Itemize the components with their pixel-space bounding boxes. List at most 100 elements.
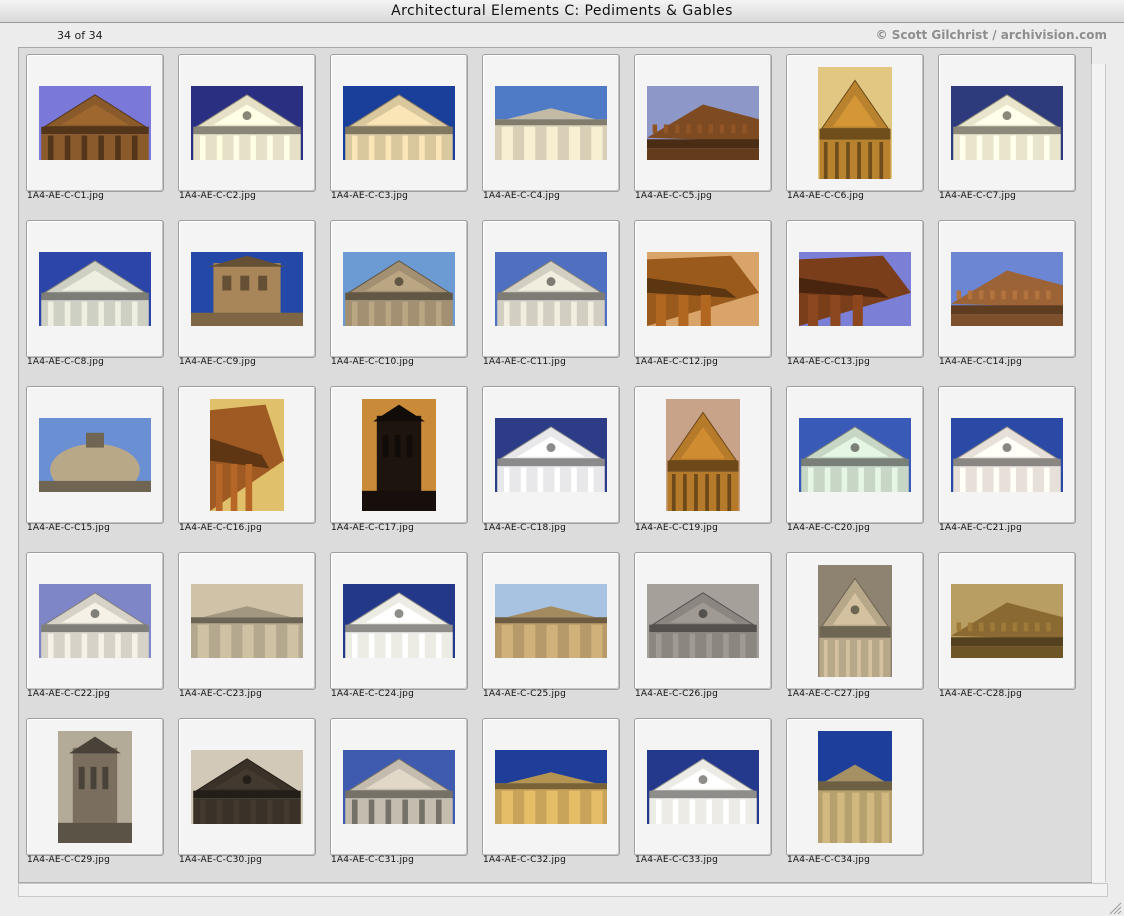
thumbnail-cell[interactable]: 1A4-AE-C-C4.jpg [475, 48, 627, 214]
thumbnail-cell[interactable]: 1A4-AE-C-C27.jpg [779, 546, 931, 712]
thumbnail-cell[interactable]: 1A4-AE-C-C24.jpg [323, 546, 475, 712]
thumbnail-cell[interactable]: 1A4-AE-C-C9.jpg [171, 214, 323, 380]
thumbnail-cell[interactable]: 1A4-AE-C-C32.jpg [475, 712, 627, 878]
slide-frame[interactable] [482, 718, 620, 856]
slide-frame[interactable] [178, 54, 316, 192]
thumbnail-cell[interactable]: 1A4-AE-C-C5.jpg [627, 48, 779, 214]
thumbnail-image[interactable] [647, 86, 759, 160]
thumbnail-image[interactable] [818, 67, 892, 179]
thumbnail-cell[interactable]: 1A4-AE-C-C23.jpg [171, 546, 323, 712]
thumbnail-image[interactable] [39, 584, 151, 658]
thumbnail-cell[interactable]: 1A4-AE-C-C15.jpg [19, 380, 171, 546]
vertical-scrollbar[interactable] [1091, 64, 1106, 882]
thumbnail-image[interactable] [191, 584, 303, 658]
slide-frame[interactable] [178, 220, 316, 358]
thumbnail-cell[interactable]: 1A4-AE-C-C12.jpg [627, 214, 779, 380]
thumbnail-image[interactable] [343, 86, 455, 160]
slide-frame[interactable] [634, 54, 772, 192]
slide-frame[interactable] [786, 718, 924, 856]
slide-frame[interactable] [482, 386, 620, 524]
thumbnail-cell[interactable]: 1A4-AE-C-C3.jpg [323, 48, 475, 214]
slide-frame[interactable] [786, 54, 924, 192]
thumbnail-image[interactable] [951, 252, 1063, 326]
slide-frame[interactable] [330, 718, 468, 856]
thumbnail-cell[interactable]: 1A4-AE-C-C33.jpg [627, 712, 779, 878]
thumbnail-cell[interactable]: 1A4-AE-C-C1.jpg [19, 48, 171, 214]
slide-frame[interactable] [938, 552, 1076, 690]
thumbnail-cell[interactable]: 1A4-AE-C-C18.jpg [475, 380, 627, 546]
slide-frame[interactable] [178, 552, 316, 690]
thumbnail-image[interactable] [343, 252, 455, 326]
thumbnail-image[interactable] [647, 252, 759, 326]
thumbnail-image[interactable] [647, 584, 759, 658]
thumbnail-image[interactable] [799, 252, 911, 326]
thumbnail-cell[interactable]: 1A4-AE-C-C34.jpg [779, 712, 931, 878]
thumbnail-image[interactable] [647, 750, 759, 824]
slide-frame[interactable] [786, 386, 924, 524]
thumbnail-cell[interactable]: 1A4-AE-C-C8.jpg [19, 214, 171, 380]
thumbnail-image[interactable] [191, 252, 303, 326]
thumbnail-image[interactable] [495, 86, 607, 160]
thumbnail-cell[interactable]: 1A4-AE-C-C19.jpg [627, 380, 779, 546]
slide-frame[interactable] [26, 54, 164, 192]
slide-frame[interactable] [482, 54, 620, 192]
thumbnail-image[interactable] [818, 731, 892, 843]
thumbnail-image[interactable] [495, 252, 607, 326]
slide-frame[interactable] [634, 552, 772, 690]
slide-frame[interactable] [26, 718, 164, 856]
thumbnail-cell[interactable]: 1A4-AE-C-C11.jpg [475, 214, 627, 380]
thumbnail-cell[interactable]: 1A4-AE-C-C17.jpg [323, 380, 475, 546]
thumbnail-cell[interactable]: 1A4-AE-C-C26.jpg [627, 546, 779, 712]
thumbnail-image[interactable] [39, 418, 151, 492]
thumbnail-cell[interactable]: 1A4-AE-C-C31.jpg [323, 712, 475, 878]
thumbnail-cell[interactable]: 1A4-AE-C-C2.jpg [171, 48, 323, 214]
thumbnail-cell[interactable]: 1A4-AE-C-C6.jpg [779, 48, 931, 214]
thumbnail-image[interactable] [666, 399, 740, 511]
thumbnail-cell[interactable]: 1A4-AE-C-C20.jpg [779, 380, 931, 546]
slide-frame[interactable] [26, 220, 164, 358]
window-title-bar[interactable]: Architectural Elements C: Pediments & Ga… [0, 0, 1124, 23]
thumbnail-cell[interactable]: 1A4-AE-C-C10.jpg [323, 214, 475, 380]
thumbnail-image[interactable] [951, 86, 1063, 160]
slide-frame[interactable] [330, 386, 468, 524]
slide-frame[interactable] [482, 220, 620, 358]
thumbnail-image[interactable] [818, 565, 892, 677]
slide-frame[interactable] [178, 718, 316, 856]
thumbnail-image[interactable] [951, 584, 1063, 658]
thumbnail-cell[interactable]: 1A4-AE-C-C16.jpg [171, 380, 323, 546]
resize-grip-icon[interactable] [1106, 899, 1122, 915]
thumbnail-image[interactable] [495, 750, 607, 824]
thumbnail-image[interactable] [362, 399, 436, 511]
slide-frame[interactable] [330, 552, 468, 690]
thumbnail-image[interactable] [495, 584, 607, 658]
thumbnail-cell[interactable]: 1A4-AE-C-C30.jpg [171, 712, 323, 878]
slide-frame[interactable] [938, 220, 1076, 358]
slide-frame[interactable] [634, 718, 772, 856]
thumbnail-cell[interactable]: 1A4-AE-C-C7.jpg [931, 48, 1083, 214]
thumbnail-cell[interactable]: 1A4-AE-C-C14.jpg [931, 214, 1083, 380]
slide-frame[interactable] [26, 552, 164, 690]
thumbnail-image[interactable] [191, 750, 303, 824]
slide-frame[interactable] [330, 54, 468, 192]
thumbnail-image[interactable] [191, 86, 303, 160]
slide-frame[interactable] [634, 220, 772, 358]
thumbnail-cell[interactable]: 1A4-AE-C-C21.jpg [931, 380, 1083, 546]
slide-frame[interactable] [178, 386, 316, 524]
thumbnail-cell[interactable]: 1A4-AE-C-C22.jpg [19, 546, 171, 712]
thumbnail-cell[interactable]: 1A4-AE-C-C25.jpg [475, 546, 627, 712]
slide-frame[interactable] [330, 220, 468, 358]
thumbnail-image[interactable] [210, 399, 284, 511]
thumbnail-image[interactable] [58, 731, 132, 843]
slide-frame[interactable] [786, 552, 924, 690]
slide-frame[interactable] [938, 386, 1076, 524]
slide-frame[interactable] [26, 386, 164, 524]
thumbnail-image[interactable] [39, 252, 151, 326]
thumbnail-image[interactable] [343, 750, 455, 824]
slide-frame[interactable] [482, 552, 620, 690]
thumbnail-cell[interactable]: 1A4-AE-C-C13.jpg [779, 214, 931, 380]
slide-frame[interactable] [786, 220, 924, 358]
thumbnail-cell[interactable]: 1A4-AE-C-C28.jpg [931, 546, 1083, 712]
thumbnail-image[interactable] [343, 584, 455, 658]
thumbnail-image[interactable] [951, 418, 1063, 492]
thumbnail-cell[interactable]: 1A4-AE-C-C29.jpg [19, 712, 171, 878]
